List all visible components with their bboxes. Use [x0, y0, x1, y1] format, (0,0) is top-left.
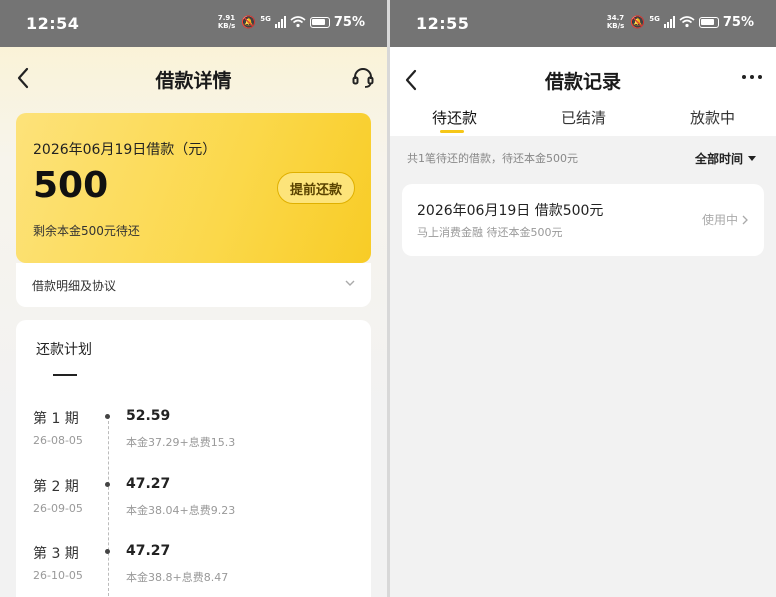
mute-icon: 🔕 [630, 15, 646, 29]
plan-breakdown: 本金37.29+息费15.3 [126, 436, 236, 449]
time-filter-dropdown[interactable]: 全部时间 [695, 150, 756, 167]
caret-down-icon [748, 156, 756, 161]
page-title: 借款记录 [544, 71, 621, 93]
summary-text: 共1笔待还的借款，待还本金500元 [407, 152, 578, 165]
status-bar: 12:54 7.91 KB/s 🔕 5G 75% [0, 0, 387, 47]
network-type: 5G [260, 15, 271, 23]
battery-percent: 75% [722, 14, 754, 30]
loan-records-screen: 12:55 34.7 KB/s 🔕 5G 75% 借款记录 待还款 已结清 放款… [390, 0, 776, 597]
record-status: 使用中 [702, 211, 748, 228]
plan-item: 第 3 期 26-10-05 47.27 本金38.8+息费8.47 [16, 543, 371, 597]
record-title: 2026年06月19日 借款500元 [417, 203, 604, 219]
signal-icon [274, 16, 286, 28]
prepay-button[interactable]: 提前还款 [276, 172, 355, 204]
plan-breakdown: 本金38.04+息费9.23 [126, 504, 236, 517]
loan-detail-screen: 12:54 7.91 KB/s 🔕 5G 75% 借款详情 2026年06月19… [0, 0, 387, 597]
network-speed: 34.7 KB/s [606, 14, 625, 30]
chevron-right-icon [742, 215, 748, 224]
loan-date-label: 2026年06月19日借款（元） [33, 142, 217, 158]
chevron-down-icon [345, 280, 355, 286]
plan-period: 第 2 期 [33, 479, 79, 495]
plan-date: 26-10-05 [33, 569, 83, 582]
plan-amount: 47.27 [126, 476, 171, 492]
customer-service-icon[interactable] [351, 66, 375, 90]
plan-amount: 52.59 [126, 408, 171, 424]
status-time: 12:54 [26, 14, 80, 33]
status-time: 12:55 [416, 14, 470, 33]
plan-title-underline [53, 374, 77, 376]
plan-date: 26-09-05 [33, 502, 83, 515]
plan-date: 26-08-05 [33, 434, 83, 447]
plan-period: 第 3 期 [33, 546, 79, 562]
timeline-dot [105, 549, 110, 554]
mute-icon: 🔕 [241, 15, 257, 29]
plan-breakdown: 本金38.8+息费8.47 [126, 571, 229, 584]
nav-bar: 借款详情 [0, 47, 387, 109]
loan-amount: 500 [33, 165, 109, 206]
tab-settled[interactable]: 已结清 [561, 107, 606, 128]
loan-summary-card: 2026年06月19日借款（元） 500 剩余本金500元待还 提前还款 [16, 113, 371, 263]
page-title: 借款详情 [155, 70, 232, 92]
active-tab-indicator [440, 130, 464, 133]
nav-bar: 借款记录 [390, 47, 776, 105]
network-speed: 7.91 KB/s [217, 14, 236, 30]
details-label: 借款明细及协议 [32, 279, 117, 293]
plan-item: 第 1 期 26-08-05 52.59 本金37.29+息费15.3 [16, 408, 371, 468]
tab-pending[interactable]: 待还款 [432, 107, 477, 128]
records-summary: 共1笔待还的借款，待还本金500元 全部时间 [390, 136, 776, 180]
record-tabs: 待还款 已结清 放款中 [390, 105, 776, 136]
plan-title: 还款计划 [36, 342, 92, 358]
timeline-dot [105, 482, 110, 487]
loan-record-card[interactable]: 2026年06月19日 借款500元 马上消费金融 待还本金500元 使用中 [402, 184, 764, 256]
record-subtitle: 马上消费金融 待还本金500元 [417, 226, 563, 239]
battery-icon [309, 16, 330, 28]
signal-icon [663, 16, 675, 28]
plan-amount: 47.27 [126, 543, 171, 559]
battery-percent: 75% [333, 14, 365, 30]
wifi-icon [290, 16, 306, 28]
plan-item: 第 2 期 26-09-05 47.27 本金38.04+息费9.23 [16, 476, 371, 536]
repayment-plan-card: 还款计划 第 1 期 26-08-05 52.59 本金37.29+息费15.3… [16, 320, 371, 597]
more-options-icon[interactable] [742, 75, 762, 79]
loan-details-agreement-row[interactable]: 借款明细及协议 [16, 263, 371, 307]
battery-icon [698, 16, 719, 28]
timeline-dot [105, 414, 110, 419]
network-type: 5G [649, 15, 660, 23]
tab-disbursing[interactable]: 放款中 [690, 107, 735, 128]
wifi-icon [679, 16, 695, 28]
status-bar: 12:55 34.7 KB/s 🔕 5G 75% [390, 0, 776, 47]
plan-period: 第 1 期 [33, 411, 79, 427]
remaining-principal: 剩余本金500元待还 [33, 224, 140, 238]
